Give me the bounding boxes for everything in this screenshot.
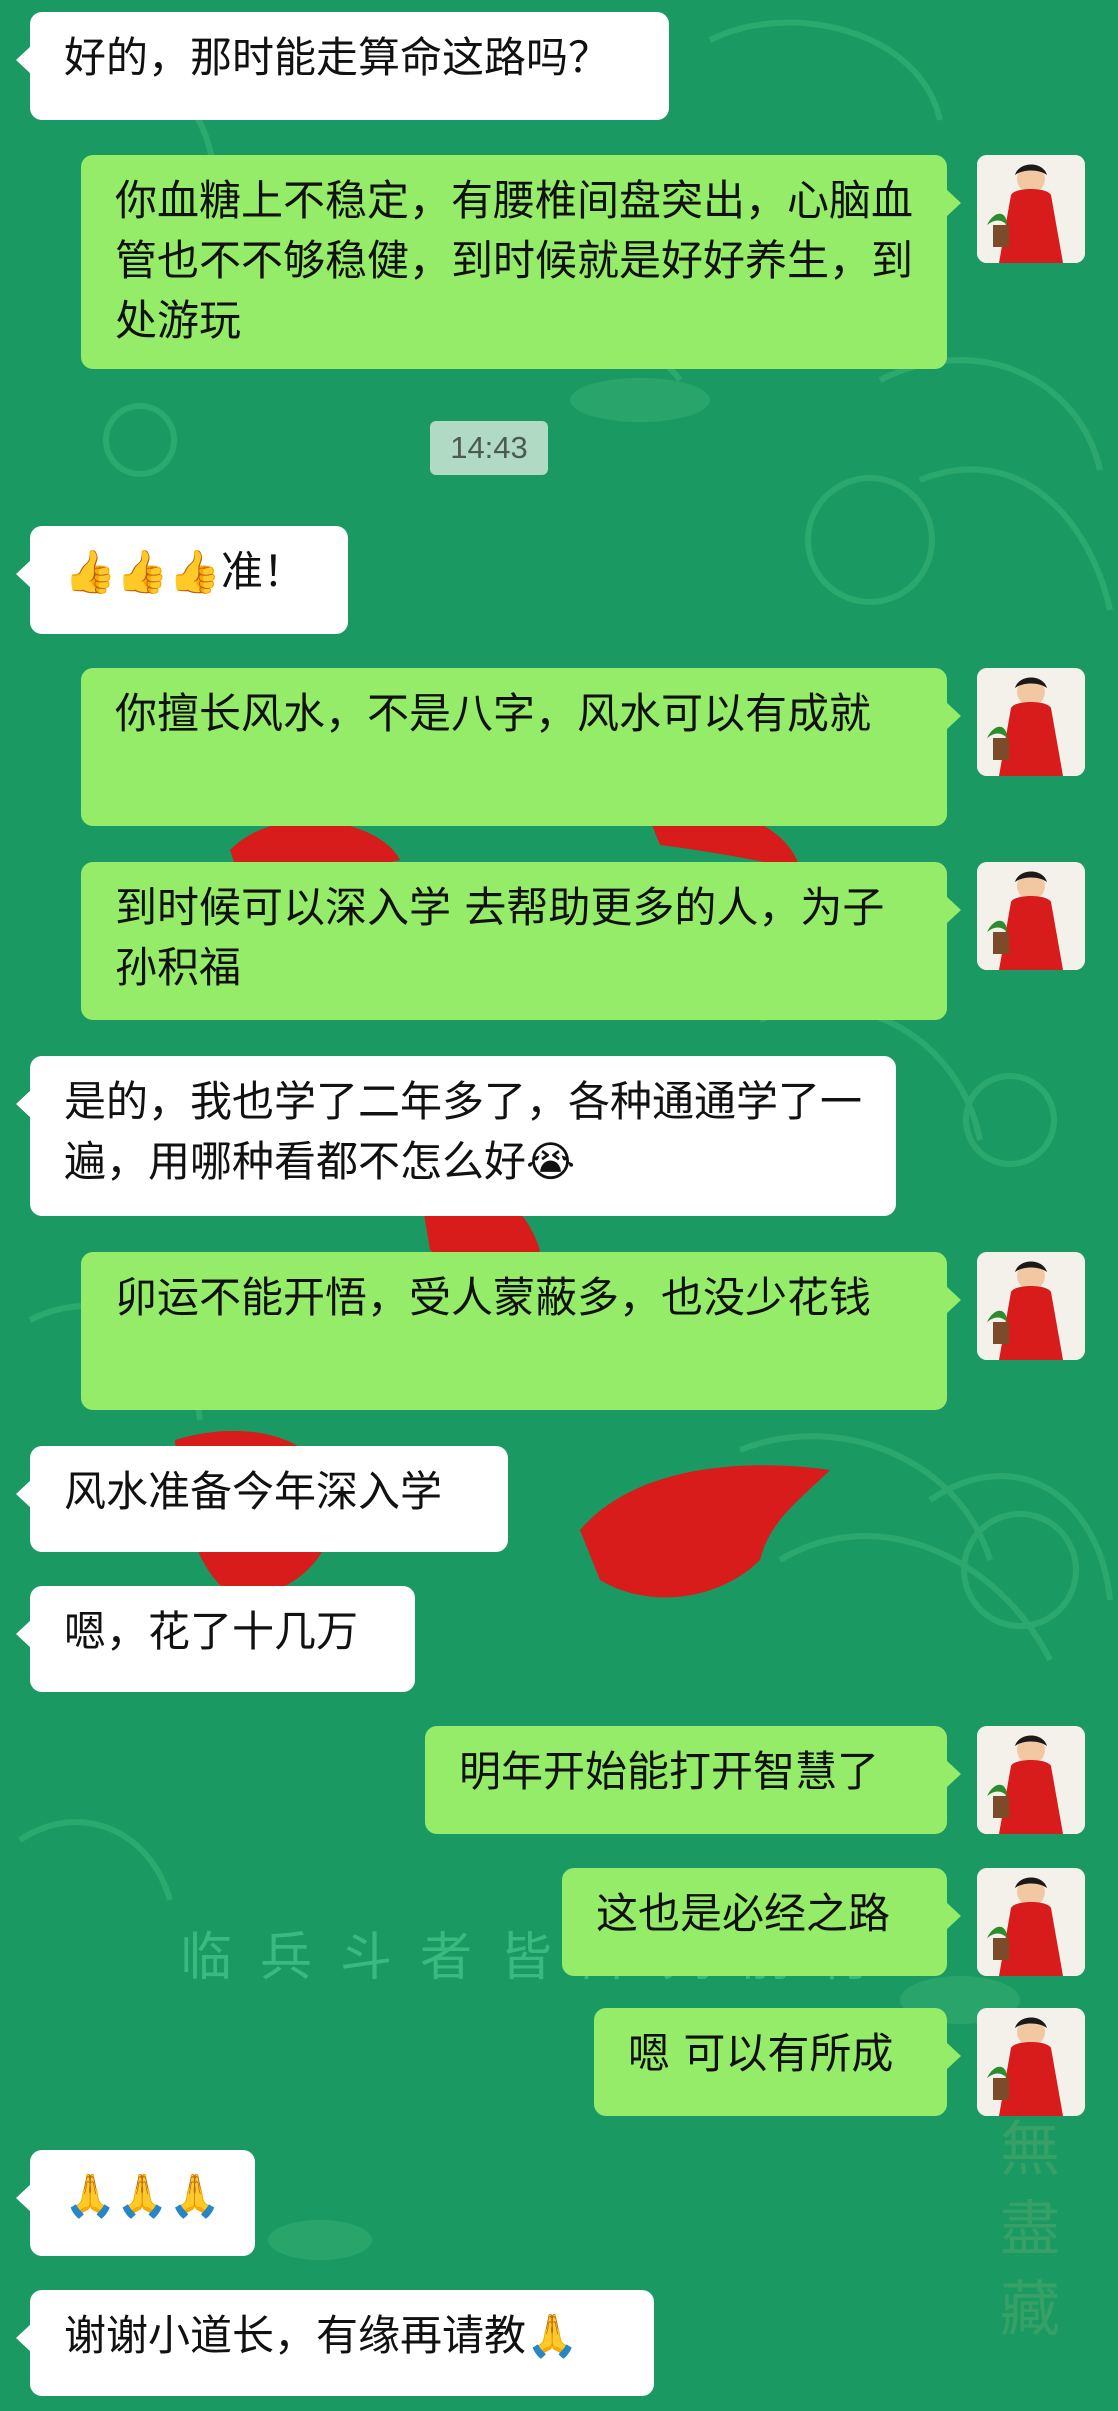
incoming-message-bubble[interactable]: 🙏🙏🙏 [16,2150,255,2256]
user-avatar[interactable] [977,1868,1085,1976]
user-avatar[interactable] [977,1252,1085,1360]
outgoing-message-bubble[interactable]: 你血糖上不稳定，有腰椎间盘突出，心脑血管也不不够稳健，到时候就是好好养生，到处游… [81,155,961,369]
message-text: 谢谢小道长，有缘再请教🙏 [64,2311,579,2360]
avatar-icon [977,1868,1085,1976]
message-text: 👍👍👍准！ [64,547,305,596]
outgoing-message-bubble[interactable]: 嗯 可以有所成 [594,2008,961,2116]
outgoing-message-bubble[interactable]: 明年开始能打开智慧了 [425,1726,961,1834]
incoming-message-bubble[interactable]: 风水准备今年深入学 [16,1446,508,1552]
avatar-icon [977,668,1085,776]
user-avatar[interactable] [977,2008,1085,2116]
incoming-message-bubble[interactable]: 👍👍👍准！ [16,526,348,634]
svg-text:藏: 藏 [1000,2275,1060,2345]
outgoing-message-bubble[interactable]: 到时候可以深入学 去帮助更多的人，为子孙积福 [81,862,961,1020]
avatar-icon [977,1726,1085,1834]
user-avatar[interactable] [977,862,1085,970]
incoming-message-bubble[interactable]: 好的，那时能走算命这路吗？ [16,12,669,120]
outgoing-message-bubble[interactable]: 这也是必经之路 [562,1868,961,1976]
incoming-message-bubble[interactable]: 嗯，花了十几万 [16,1586,415,1692]
user-avatar[interactable] [977,155,1085,263]
user-avatar[interactable] [977,668,1085,776]
incoming-message-bubble[interactable]: 是的，我也学了二年多了，各种通通学了一遍，用哪种看都不怎么好😭 [16,1056,896,1216]
message-text: 是的，我也学了二年多了，各种通通学了一遍，用哪种看都不怎么好😭 [64,1077,863,1186]
avatar-icon [977,1252,1085,1360]
svg-text:無: 無 [1000,2115,1060,2185]
svg-text:盡: 盡 [1000,2195,1060,2265]
outgoing-message-bubble[interactable]: 卯运不能开悟，受人蒙蔽多，也没少花钱 [81,1252,961,1410]
outgoing-message-bubble[interactable]: 你擅长风水，不是八字，风水可以有成就 [81,668,961,826]
message-timestamp: 14:43 [430,421,548,475]
avatar-icon [977,862,1085,970]
user-avatar[interactable] [977,1726,1085,1834]
incoming-message-bubble[interactable]: 谢谢小道长，有缘再请教🙏 [16,2290,654,2396]
message-text: 🙏🙏🙏 [64,2171,221,2220]
avatar-icon [977,2008,1085,2116]
avatar-icon [977,155,1085,263]
